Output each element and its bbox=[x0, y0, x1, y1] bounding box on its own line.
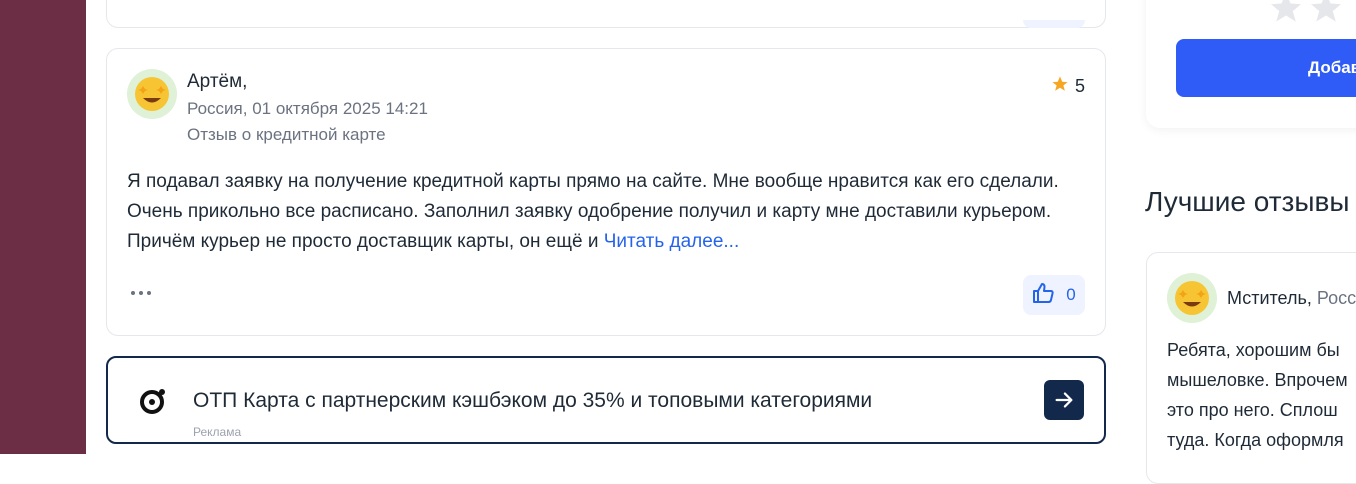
best-review-card[interactable]: Мститель, Росс Ребята, хорошим бы мышело… bbox=[1146, 252, 1356, 484]
rating-value: 5 bbox=[1074, 76, 1085, 96]
star-outline-icon bbox=[1311, 0, 1341, 22]
rating-stars[interactable] bbox=[1268, 0, 1344, 26]
best-review-line: туда. Когда оформля bbox=[1167, 430, 1344, 450]
like-count: 0 bbox=[1066, 285, 1076, 304]
review-author: Артём, bbox=[187, 71, 248, 92]
star-struck-emoji-icon bbox=[127, 69, 177, 119]
best-review-line: мышеловке. Впрочем bbox=[1167, 370, 1348, 390]
best-review-author-name: Мститель, bbox=[1227, 288, 1312, 308]
like-button[interactable]: 0 bbox=[1023, 275, 1085, 315]
best-review-country: Росс bbox=[1316, 288, 1356, 308]
ad-label: Реклама bbox=[193, 425, 242, 439]
review-text: Я подавал заявку на получение кредитной … bbox=[127, 167, 1087, 257]
best-review-line: Ребята, хорошим бы bbox=[1167, 340, 1340, 360]
read-more-link[interactable]: Читать далее... bbox=[604, 231, 740, 252]
best-review-author: Мститель, Росс bbox=[1227, 288, 1356, 309]
review-meta: Россия, 01 октября 2025 14:21 bbox=[187, 99, 428, 118]
ad-banner[interactable]: ОТП Карта с партнерским кэшбэком до 35% … bbox=[106, 356, 1106, 444]
ad-text[interactable]: ОТП Карта с партнерским кэшбэком до 35% … bbox=[193, 389, 872, 413]
best-review-line: это про него. Сплош bbox=[1167, 400, 1338, 420]
star-struck-emoji-icon bbox=[1167, 273, 1217, 323]
arrow-right-icon[interactable] bbox=[1044, 380, 1084, 420]
rating-widget-card: Добав bbox=[1146, 0, 1356, 128]
more-dots-icon[interactable] bbox=[129, 284, 153, 302]
review-category: Отзыв о кредитной карте bbox=[187, 125, 386, 144]
left-side-band bbox=[0, 0, 86, 454]
star-icon bbox=[1051, 75, 1069, 98]
best-reviews-title: Лучшие отзывы bbox=[1145, 186, 1350, 217]
previous-review-card bbox=[106, 0, 1106, 28]
star-outline-icon bbox=[1271, 0, 1301, 22]
review-body: Я подавал заявку на получение кредитной … bbox=[127, 171, 1059, 252]
review-card: Артём, Россия, 01 октября 2025 14:21 Отз… bbox=[106, 48, 1106, 336]
review-rating: 5 bbox=[1051, 75, 1085, 98]
add-review-button[interactable]: Добав bbox=[1176, 39, 1356, 97]
best-review-text: Ребята, хорошим бы мышеловке. Впрочем эт… bbox=[1167, 335, 1356, 455]
otp-logo-icon bbox=[138, 386, 168, 421]
thumbs-up-icon bbox=[1032, 281, 1056, 310]
previous-like-button[interactable] bbox=[1023, 20, 1085, 28]
